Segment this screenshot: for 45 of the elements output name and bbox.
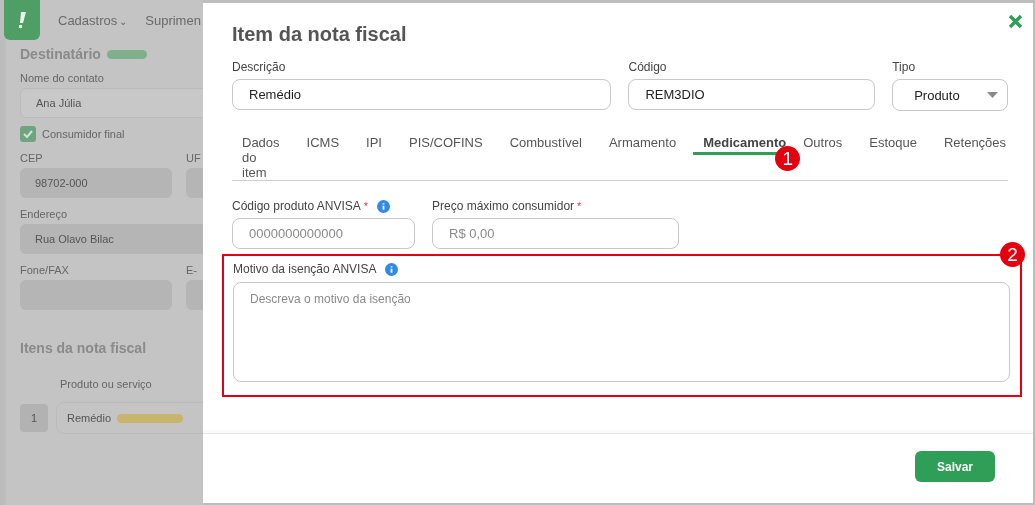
field-label: Nome do contato — [20, 72, 105, 84]
info-icon[interactable] — [377, 199, 391, 213]
anvisa-code-field[interactable]: 0000000000000 — [232, 218, 415, 249]
cep-field[interactable]: 98702-000 — [20, 168, 172, 198]
tab[interactable]: Armamento — [608, 135, 677, 153]
annotation-marker: 2 — [1000, 242, 1025, 267]
field-label: Fone/FAX — [20, 264, 70, 276]
field-label: CEP — [20, 152, 44, 164]
required-marker: * — [577, 200, 582, 212]
row-number: 1 — [20, 404, 48, 432]
field-label: Motivo da isenção ANVISA — [233, 262, 377, 276]
section-title: Itens da nota fiscal — [20, 340, 148, 356]
checkbox[interactable] — [20, 126, 36, 142]
tab[interactable]: Retenções — [943, 135, 1007, 153]
tab[interactable]: Estoque — [869, 135, 917, 153]
tab[interactable]: Combustível — [509, 135, 582, 153]
field-label: Descrição — [232, 60, 287, 74]
tab[interactable]: ICMS — [306, 135, 340, 153]
section-title: Destinatário — [20, 46, 101, 62]
description-field[interactable]: Remédio — [232, 79, 612, 110]
price-field[interactable]: R$ 0,00 — [432, 218, 679, 249]
dialog-title: Item da nota fiscal — [232, 23, 408, 46]
exemption-reason-field[interactable]: Descreva o motivo da isenção — [233, 282, 1010, 382]
field-label: Preço máximo consumidor — [432, 199, 575, 213]
tab[interactable]: Outros — [803, 135, 843, 153]
column-header: Produto ou serviço — [60, 378, 153, 390]
logo-icon — [4, 0, 40, 40]
close-icon[interactable] — [1008, 14, 1023, 29]
status-badge — [117, 413, 184, 423]
tab[interactable]: IPI — [366, 135, 382, 153]
field-label: Código — [628, 60, 668, 74]
field-label: Endereço — [20, 208, 69, 220]
type-dropdown[interactable]: Produto — [892, 79, 1008, 111]
code-field[interactable]: REM3DIO — [628, 79, 876, 110]
annotation-marker: 1 — [775, 146, 801, 171]
field-label: Tipo — [892, 60, 917, 74]
checkbox-label: Consumidor final — [42, 128, 125, 140]
field-label: Código produto ANVISA — [232, 199, 361, 213]
dropdown-caret-icon — [987, 92, 998, 98]
tab[interactable]: Dados do item — [242, 135, 280, 183]
product-name: Remédio — [67, 412, 112, 424]
status-badge — [106, 49, 147, 59]
info-icon[interactable] — [385, 262, 399, 276]
tab[interactable]: PIS/COFINS — [409, 135, 483, 153]
required-marker: * — [363, 200, 369, 212]
